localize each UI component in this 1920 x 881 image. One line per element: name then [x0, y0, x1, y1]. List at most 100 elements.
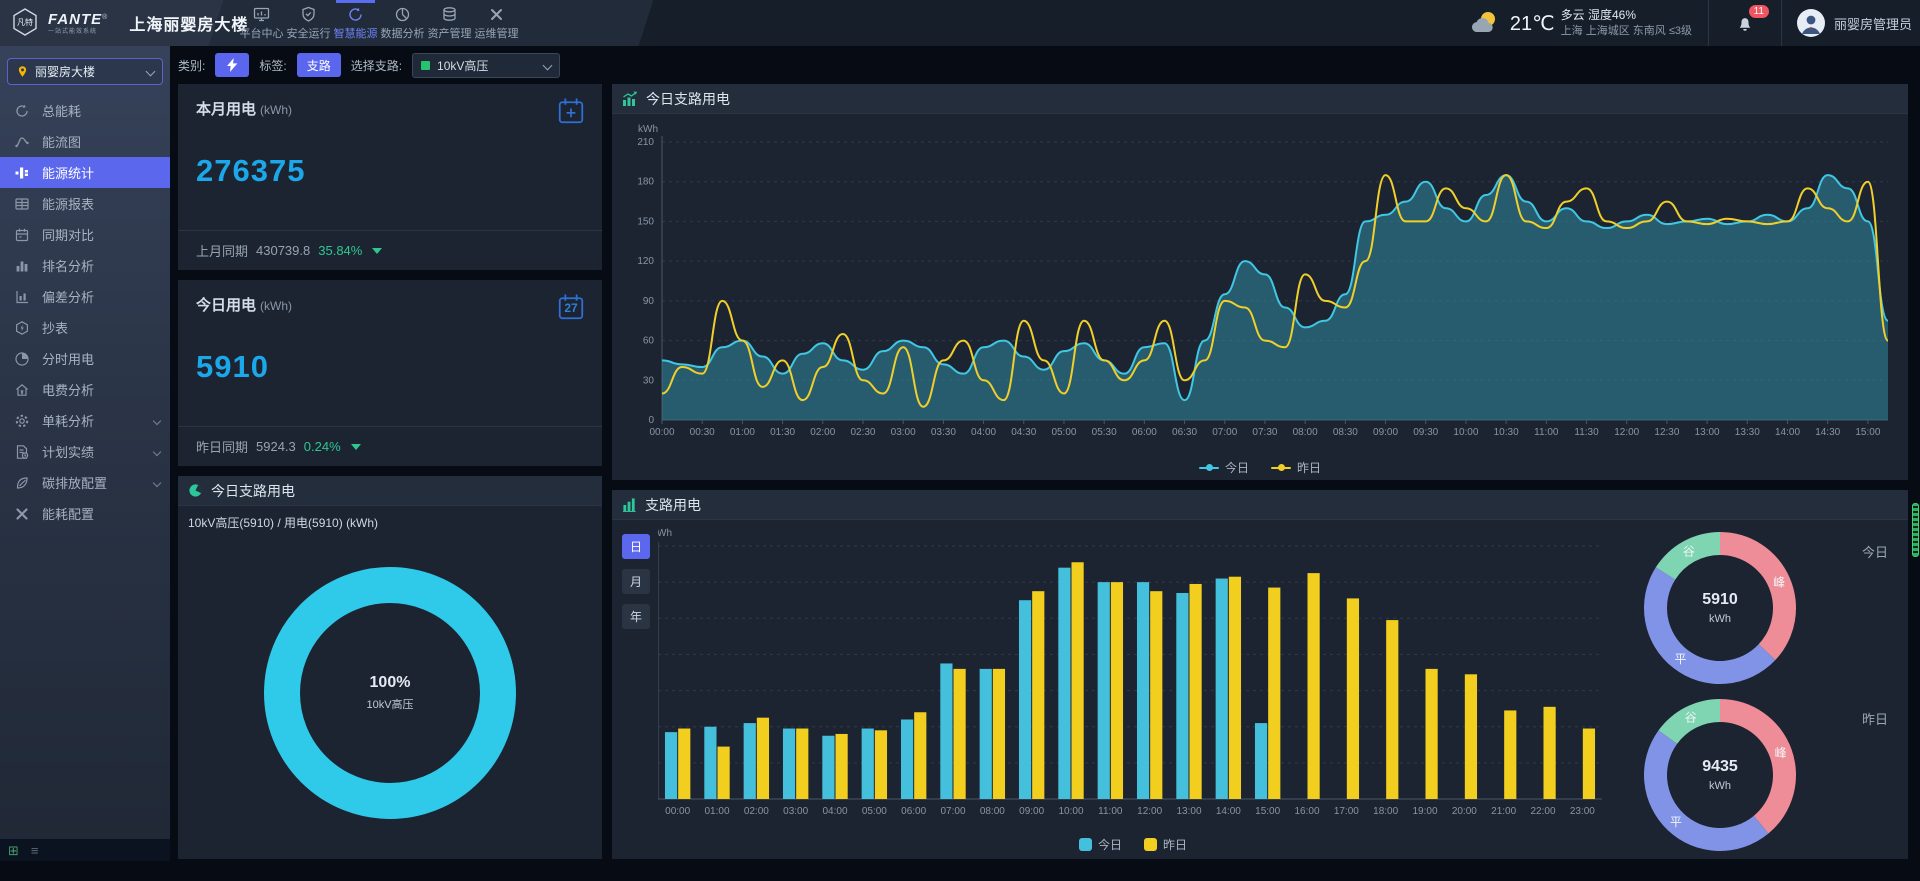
sidebar-item-period-compare[interactable]: 同期对比	[0, 219, 170, 250]
sidebar-item-carbon-config[interactable]: 碳排放配置	[0, 467, 170, 498]
nav-label: 数据分析	[381, 25, 425, 41]
branch-select[interactable]: 10kV高压	[412, 53, 560, 78]
sidebar-item-label: 总能耗	[42, 101, 160, 120]
svg-text:05:30: 05:30	[1092, 427, 1117, 438]
vertical-scrollbar-thumb[interactable]	[1912, 503, 1919, 557]
svg-text:04:00: 04:00	[822, 806, 847, 817]
svg-text:01:00: 01:00	[730, 427, 755, 438]
tag-branch-button[interactable]: 支路	[297, 53, 341, 77]
bar-legend: 今日 昨日	[658, 836, 1608, 853]
sidebar-item-meter-reading[interactable]: 抄表	[0, 312, 170, 343]
sidebar-item-total-energy[interactable]: 总能耗	[0, 95, 170, 126]
sidebar-item-label: 能源报表	[42, 194, 160, 213]
svg-text:14:00: 14:00	[1216, 806, 1241, 817]
recycle-icon	[347, 6, 364, 23]
legend-item-today[interactable]: 今日	[1199, 459, 1249, 476]
building-select[interactable]: 丽婴房大楼	[7, 58, 163, 85]
today-branch-line-chart[interactable]: 0306090120150180210kWh00:0000:3001:0001:…	[616, 116, 1904, 450]
brand-hex-label: 凡特	[17, 17, 33, 27]
toggle-month-button[interactable]: 月	[622, 569, 650, 594]
sidebar-item-electricity-cost[interactable]: 电费分析	[0, 374, 170, 405]
svg-text:03:30: 03:30	[931, 427, 956, 438]
svg-text:08:00: 08:00	[1293, 427, 1318, 438]
recycle-icon	[14, 103, 30, 119]
user-name: 丽婴房管理员	[1834, 14, 1912, 33]
svg-text:谷: 谷	[1683, 544, 1695, 558]
brand-tagline: 一站式能效系统	[48, 29, 107, 35]
month-usage-value: 276375	[196, 153, 584, 189]
nav-asset-management[interactable]: 资产管理	[426, 0, 473, 46]
legend-label: 今日	[1225, 459, 1249, 476]
tou-donut-yesterday-chart[interactable]: 峰平谷	[1642, 697, 1798, 853]
card-title: 本月用电	[196, 101, 256, 118]
panel-title: 今日支路用电	[211, 481, 295, 501]
svg-text:15:00: 15:00	[1255, 806, 1280, 817]
calendar-day-button[interactable]: 27	[556, 292, 586, 322]
compare-percent: 0.24%	[304, 439, 341, 454]
nav-smart-energy[interactable]: 智慧能源	[332, 0, 379, 46]
sidebar-item-unit-consumption[interactable]: 单耗分析	[0, 405, 170, 436]
legend-item-yesterday[interactable]: 昨日	[1271, 459, 1321, 476]
nav-label: 运维管理	[475, 25, 519, 41]
notifications-button[interactable]: 11	[1708, 0, 1781, 46]
top-nav: 平台中心 安全运行 智慧能源 数据分析 资产管理 运维管理	[238, 0, 520, 46]
svg-text:00:00: 00:00	[665, 806, 690, 817]
sidebar-item-label: 同期对比	[42, 225, 160, 244]
sidebar-item-ranking[interactable]: 排名分析	[0, 250, 170, 281]
svg-text:20:00: 20:00	[1452, 806, 1477, 817]
svg-text:13:00: 13:00	[1176, 806, 1201, 817]
sidebar-item-energy-flow[interactable]: 能流图	[0, 126, 170, 157]
building-select-value: 丽婴房大楼	[35, 63, 141, 80]
legend-marker	[1271, 467, 1291, 469]
legend-item-yesterday[interactable]: 昨日	[1144, 836, 1187, 853]
tou-side-label: 昨日	[1862, 709, 1888, 728]
svg-text:峰: 峰	[1773, 575, 1785, 589]
plan-doc-icon	[14, 444, 30, 460]
sidebar-item-label: 偏差分析	[42, 287, 160, 306]
month-usage-card: 本月用电(kWh) 276375 上月同期 430739.8 35.84%	[178, 84, 602, 270]
sidebar-item-tou-power[interactable]: 分时用电	[0, 343, 170, 374]
legend-item-today[interactable]: 今日	[1079, 836, 1122, 853]
grid-toggle-icon[interactable]: ⊞	[8, 844, 19, 857]
legend-label: 昨日	[1297, 459, 1321, 476]
svg-text:05:00: 05:00	[1051, 427, 1076, 438]
chevron-down-icon	[146, 67, 156, 77]
toggle-year-button[interactable]: 年	[622, 604, 650, 629]
branch-bar-chart[interactable]: 0100200300400500600700kWh00:0001:0002:00…	[658, 522, 1608, 827]
toggle-day-button[interactable]: 日	[622, 534, 650, 559]
menu-collapse-icon[interactable]: ≡	[31, 844, 39, 857]
nav-data-analysis[interactable]: 数据分析	[379, 0, 426, 46]
leaf-icon	[14, 475, 30, 491]
sidebar-item-plan-actual[interactable]: 计划实绩	[0, 436, 170, 467]
svg-text:16:00: 16:00	[1294, 806, 1319, 817]
sidebar-item-energy-report[interactable]: 能源报表	[0, 188, 170, 219]
branch-select-value: 10kV高压	[437, 57, 537, 74]
tou-donut-today-chart[interactable]: 峰平谷	[1642, 530, 1798, 686]
brand-name: FANTE	[48, 11, 102, 28]
nav-label: 智慧能源	[334, 25, 378, 41]
category-electric-button[interactable]	[215, 53, 249, 77]
calendar-add-button[interactable]	[556, 96, 586, 126]
card-title: 今日用电	[196, 297, 256, 314]
card-unit: (kWh)	[260, 103, 292, 117]
platform-icon	[253, 6, 270, 23]
lightning-icon	[227, 58, 238, 72]
sidebar-item-energy-config[interactable]: 能耗配置	[0, 498, 170, 529]
user-menu[interactable]: 丽婴房管理员	[1781, 0, 1912, 46]
svg-text:14:30: 14:30	[1815, 427, 1840, 438]
sidebar-item-deviation[interactable]: 偏差分析	[0, 281, 170, 312]
sidebar-item-energy-statistics[interactable]: 能源统计	[0, 157, 170, 188]
branch-color-swatch	[421, 61, 430, 70]
tou-side-label: 今日	[1862, 542, 1888, 561]
svg-text:05:00: 05:00	[862, 806, 887, 817]
chevron-down-icon	[543, 60, 553, 70]
gear-icon	[14, 413, 30, 429]
weather-humidity: 湿度46%	[1588, 8, 1636, 22]
calendar-day-number: 27	[556, 301, 586, 315]
nav-safe-operation[interactable]: 安全运行	[285, 0, 332, 46]
svg-text:谷: 谷	[1685, 710, 1697, 724]
nav-ops-management[interactable]: 运维管理	[473, 0, 520, 46]
nav-platform-center[interactable]: 平台中心	[238, 0, 285, 46]
sidebar-item-label: 抄表	[42, 318, 160, 337]
branch-donut-chart[interactable]	[254, 557, 526, 829]
